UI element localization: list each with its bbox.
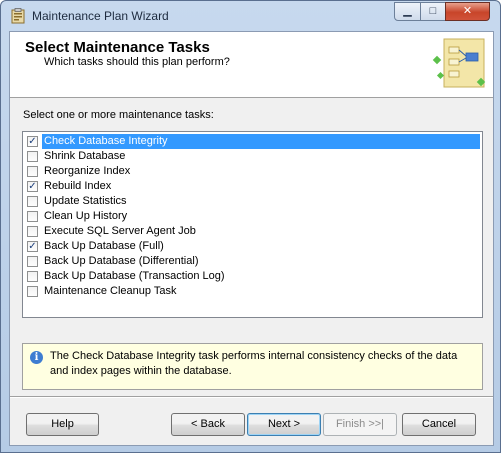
wizard-header: Select Maintenance Tasks Which tasks sho… [10,32,493,98]
task-label: Back Up Database (Transaction Log) [44,270,225,282]
task-label: Back Up Database (Full) [44,240,164,252]
task-label: Rebuild Index [44,180,112,192]
task-label: Execute SQL Server Agent Job [44,225,196,237]
help-button[interactable]: Help [26,413,99,436]
task-description-panel: i The Check Database Integrity task perf… [22,343,483,390]
page-subtitle: Which tasks should this plan perform? [44,56,230,68]
task-checkbox[interactable]: ✓ [27,181,38,192]
task-checkbox[interactable]: ✓ [27,136,38,147]
task-list-item[interactable]: ✓ Check Database Integrity [25,134,480,149]
next-button[interactable]: Next > [247,413,321,436]
wizard-app-icon [11,8,25,24]
task-list-item[interactable]: Clean Up History [25,209,480,224]
task-list-item[interactable]: Execute SQL Server Agent Job [25,224,480,239]
minimize-button[interactable]: ▁ [394,2,421,21]
finish-button: Finish >>| [323,413,397,436]
task-checkbox[interactable] [27,286,38,297]
task-checkbox[interactable]: ✓ [27,241,38,252]
task-list-item[interactable]: Back Up Database (Transaction Log) [25,269,480,284]
task-list-item[interactable]: Maintenance Cleanup Task [25,284,480,299]
info-icon: i [30,351,43,364]
back-button[interactable]: < Back [171,413,245,436]
maintenance-task-list[interactable]: ✓ Check Database Integrity Shrink Database… [22,131,483,318]
maximize-button[interactable]: □ [420,2,446,21]
task-list-item[interactable]: Update Statistics [25,194,480,209]
title-bar[interactable]: Maintenance Plan Wizard ▁ □ ✕ [1,1,500,30]
task-list-item[interactable]: Back Up Database (Differential) [25,254,480,269]
wizard-page: Select Maintenance Tasks Which tasks sho… [9,31,494,446]
task-checkbox[interactable] [27,256,38,267]
task-checkbox[interactable] [27,211,38,222]
task-label: Reorganize Index [44,165,131,177]
task-list-item[interactable]: Shrink Database [25,149,480,164]
cancel-button[interactable]: Cancel [402,413,476,436]
page-title: Select Maintenance Tasks [25,39,210,56]
task-checkbox[interactable] [27,271,38,282]
task-checkbox[interactable] [27,226,38,237]
task-list-item[interactable]: ✓ Rebuild Index [25,179,480,194]
close-button[interactable]: ✕ [445,2,490,21]
task-checkbox[interactable] [27,166,38,177]
task-label: Shrink Database [44,150,126,162]
wizard-window: Maintenance Plan Wizard ▁ □ ✕ Select Mai… [0,0,501,453]
button-separator [10,396,493,398]
task-list-prompt: Select one or more maintenance tasks: [23,109,214,121]
window-title: Maintenance Plan Wizard [32,9,169,23]
task-checkbox[interactable] [27,151,38,162]
task-list-item[interactable]: Reorganize Index [25,164,480,179]
task-label: Check Database Integrity [42,134,480,149]
task-label: Clean Up History [44,210,128,222]
wizard-banner-icon [432,38,486,88]
task-list-item[interactable]: ✓ Back Up Database (Full) [25,239,480,254]
task-label: Back Up Database (Differential) [44,255,199,267]
task-label: Maintenance Cleanup Task [44,285,177,297]
task-checkbox[interactable] [27,196,38,207]
task-description-text: The Check Database Integrity task perfor… [50,350,458,377]
task-label: Update Statistics [44,195,127,207]
